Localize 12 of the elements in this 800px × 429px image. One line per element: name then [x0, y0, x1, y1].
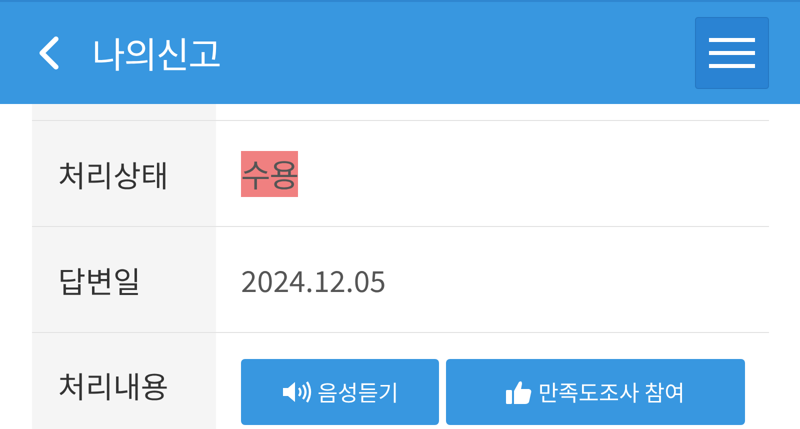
page-title: 나의신고 — [92, 27, 222, 79]
listen-button[interactable]: 음성듣기 — [241, 359, 439, 425]
date-value: 2024.12.05 — [241, 258, 386, 300]
row-label: 처리상태 — [58, 152, 168, 196]
row-label: 처리내용 — [58, 363, 168, 407]
speaker-icon — [282, 381, 312, 403]
menu-button[interactable] — [695, 17, 769, 89]
survey-button[interactable]: 만족도조사 참여 — [446, 359, 745, 425]
status-value: 수용 — [241, 150, 298, 196]
row-label: 답변일 — [58, 258, 141, 302]
thumbs-up-icon — [506, 380, 532, 404]
menu-icon — [709, 37, 755, 69]
